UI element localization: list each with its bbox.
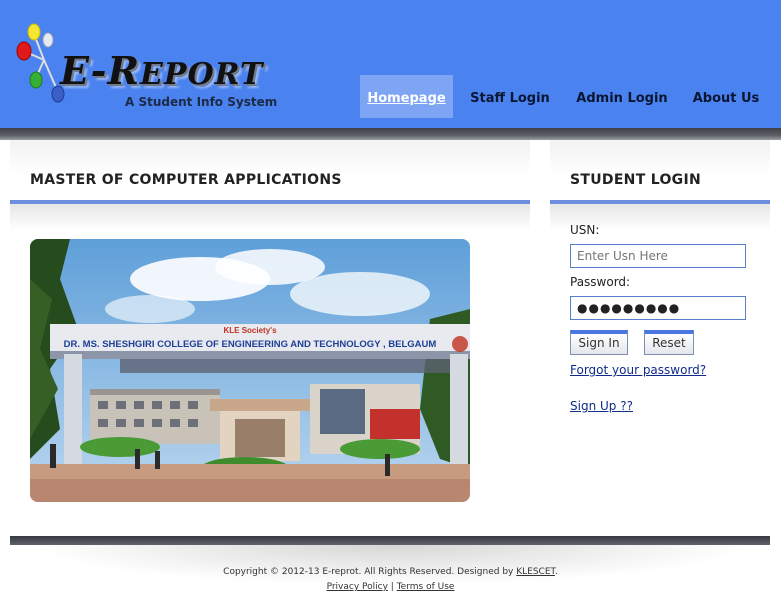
main-panel-title: MASTER OF COMPUTER APPLICATIONS	[30, 172, 342, 188]
main-panel-rule-shadow	[10, 204, 530, 230]
nav-staff-login[interactable]: Staff Login	[468, 75, 552, 118]
footer-links: Privacy Policy | Terms of Use	[0, 582, 781, 592]
footer-separator: |	[390, 582, 394, 592]
site-tagline: A Student Info System	[125, 95, 278, 109]
usn-input[interactable]	[570, 244, 746, 268]
sign-in-button[interactable]: Sign In	[570, 330, 628, 355]
campus-sign-main: DR. MS. SHESHGIRI COLLEGE OF ENGINEERING…	[64, 339, 437, 350]
password-label: Password:	[570, 275, 631, 289]
nav-homepage[interactable]: Homepage	[360, 75, 453, 118]
login-panel-title: STUDENT LOGIN	[570, 172, 701, 188]
designer-link[interactable]: KLESCET	[516, 567, 555, 577]
nav-admin-login[interactable]: Admin Login	[576, 75, 668, 118]
privacy-policy-link[interactable]: Privacy Policy	[327, 582, 388, 592]
forgot-password-link[interactable]: Forgot your password?	[570, 363, 706, 377]
footer-shadow	[30, 545, 750, 585]
copyright-prefix: Copyright © 2012-13 E-reprot. All Rights…	[223, 567, 517, 577]
password-input[interactable]: ●●●●●●●●●	[570, 296, 746, 320]
nav-about-us[interactable]: About Us	[692, 75, 760, 118]
terms-of-use-link[interactable]: Terms of Use	[397, 582, 455, 592]
campus-sign-top: KLE Society's	[223, 326, 277, 335]
footer-bar	[10, 536, 770, 545]
header-shadow-bar	[0, 128, 781, 140]
sign-up-link[interactable]: Sign Up ??	[570, 399, 633, 413]
copyright-suffix: .	[554, 567, 558, 577]
logo-wordmark: E-REPORT	[60, 48, 264, 93]
campus-image: KLE Society's DR. MS. SHESHGIRI COLLEGE …	[30, 239, 470, 502]
copyright-text: Copyright © 2012-13 E-reprot. All Rights…	[0, 567, 781, 577]
usn-label: USN:	[570, 223, 600, 237]
campus-photo: KLE Society's DR. MS. SHESHGIRI COLLEGE …	[30, 239, 470, 502]
reset-button[interactable]: Reset	[644, 330, 694, 355]
